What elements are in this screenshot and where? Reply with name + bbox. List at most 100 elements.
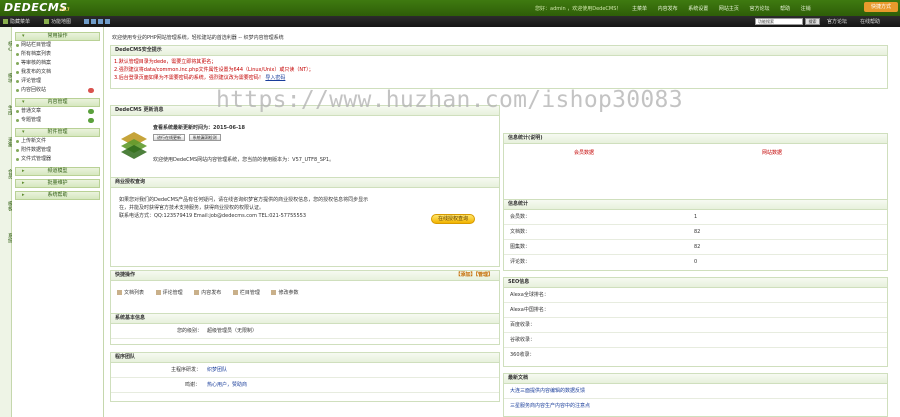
- quick-edit-links[interactable]: 【添加】【管理】: [455, 271, 493, 280]
- security-alert-panel: DedeCMS安全提示 1.默认管理目录为dede，需要立即将其更名； 2.强烈…: [110, 45, 888, 89]
- seo-row: 谷歌收录：: [504, 333, 887, 348]
- panel-title: 最新文档: [504, 374, 887, 384]
- nav-forum[interactable]: 官方论坛: [749, 6, 769, 12]
- panel-title: 快捷操作 【添加】【管理】: [111, 271, 499, 281]
- quick-shortcut-button[interactable]: 快捷方式: [864, 2, 898, 12]
- quick-categories[interactable]: 栏目管理: [233, 289, 260, 296]
- license-panel: 商业授权查询 如果您对我们的DedeCMS产品有任何疑问，请在线咨询织梦官方提供…: [110, 177, 500, 267]
- top-header: DEDECMS v5.7 您好：admin ，欢迎使用DedeCMS！ 主菜单 …: [0, 0, 900, 16]
- sidebar-item-attach-data[interactable]: 附件数据管理: [15, 146, 100, 155]
- sidebar-item-topic[interactable]: 专题管理: [15, 116, 100, 125]
- panel-title: DedeCMS安全提示: [111, 46, 887, 56]
- function-map-link[interactable]: 功能地图: [51, 18, 71, 25]
- layout-icon-2[interactable]: [91, 19, 96, 24]
- recycle-icon: [88, 88, 94, 93]
- watermark: https://www.huzhan.com/ishop30083: [216, 87, 683, 113]
- stats-panel: 信息统计 会员数： 1 文档数： 82 图集数： 82 评论数： 0: [503, 199, 888, 271]
- nav-main-menu[interactable]: 主菜单: [632, 6, 647, 12]
- alert-line-2: 2.强烈建议将data/common.inc.php文件属性设置为644（Lin…: [114, 67, 314, 73]
- online-help-link[interactable]: 在线帮助: [860, 18, 880, 25]
- license-line-2: 在，并能及时获得官方技术支持服务，获得商业授权的权限认证。: [119, 205, 265, 211]
- nav-logout[interactable]: 注销: [801, 6, 811, 12]
- sidebar-group-batch[interactable]: ▸ 批量维护: [15, 179, 100, 188]
- seo-panel: SEO信息 Alexa全球排名： Alexa中国排名： 百度收录： 谷歌收录： …: [503, 277, 888, 367]
- layout-icon-3[interactable]: [98, 19, 103, 24]
- level-label: 您的级别：: [177, 328, 203, 334]
- seo-row: 360收录：: [510, 352, 535, 358]
- info-stats-desc-panel: 信息统计(说明) 会员数据 网站数据: [503, 133, 888, 203]
- add-icon[interactable]: [88, 109, 94, 114]
- member-data-col: 会员数据: [574, 150, 595, 156]
- quick-comments[interactable]: 评论管理: [156, 289, 183, 296]
- seo-row: Alexa中国排名：: [504, 303, 887, 318]
- seo-row: Alexa全球排名：: [504, 288, 887, 303]
- toolbar: 隐藏菜单 功能地图 功能搜索 搜索 官方论坛 在线帮助: [0, 16, 900, 27]
- team-row: 鸣谢： 热心用户，赞助商: [111, 378, 499, 393]
- add-icon[interactable]: [88, 118, 94, 123]
- thanks-link[interactable]: 热心用户，赞助商: [207, 378, 247, 393]
- sidebar-item-file-manager[interactable]: 文件式管理器: [15, 155, 100, 164]
- function-map-icon: [44, 19, 49, 24]
- latest-update-time: 查看系统最新更新时间为：2015-06-18: [153, 125, 245, 131]
- alert-line-1: 1.默认管理目录为dede，需要立即将其更名；: [114, 59, 217, 65]
- news-item: 三星服务商内容生产内容中的注意点: [510, 403, 591, 409]
- sidebar-group-common[interactable]: ▾ 常用操作: [15, 32, 100, 41]
- nav-settings[interactable]: 系统设置: [688, 6, 708, 12]
- sidebar-item-upload[interactable]: 上传新文件: [15, 137, 100, 146]
- panel-title: 信息统计(说明): [504, 134, 887, 144]
- license-line-1: 如果您对我们的DedeCMS产品有任何疑问，请在线咨询织梦官方提供的商业授权信息…: [119, 197, 369, 203]
- sidebar-item-comments[interactable]: 评论管理: [15, 77, 100, 86]
- quick-doc-list[interactable]: 文档列表: [117, 289, 144, 296]
- expand-icon: ▸: [22, 168, 25, 174]
- sidebar-group-channel[interactable]: ▸ 频道模型: [15, 167, 100, 176]
- vuln-check-button[interactable]: 系统漏洞检测: [188, 134, 221, 141]
- forum-link[interactable]: 官方论坛: [827, 18, 847, 25]
- expand-icon: ▸: [22, 180, 25, 186]
- latest-docs-panel: 最新文档 大连三面提供内容编辑的数据反馈 三星服务商内容生产内容中的注意点: [503, 373, 888, 417]
- team-link[interactable]: 织梦团队: [207, 363, 227, 378]
- sidebar: ▾ 常用操作 网站栏目管理 所有档案列表 等审核的档案 我发布的文档 评论管理 内…: [12, 27, 104, 417]
- quick-publish[interactable]: 内容发布: [194, 289, 221, 296]
- sidebar-item-pending-docs[interactable]: 等审核的档案: [15, 59, 100, 68]
- sidebar-item-article[interactable]: 普通文章: [15, 107, 100, 116]
- hide-menu-link[interactable]: 隐藏菜单: [10, 18, 30, 25]
- sidebar-item-category[interactable]: 网站栏目管理: [15, 41, 100, 50]
- hide-menu-icon: [3, 19, 8, 24]
- version-desc: 欢迎使用DedeCMS网站内容管理系统，您当前的使用版本为：V57_UTF8_S…: [153, 157, 335, 163]
- panel-title: SEO信息: [504, 278, 887, 288]
- nav-help[interactable]: 帮助: [780, 6, 790, 12]
- layers-icon: [121, 132, 147, 159]
- news-item: 大连三面提供内容编辑的数据反馈: [504, 384, 887, 399]
- search-button[interactable]: 搜索: [805, 18, 820, 25]
- sys-info-panel: 系统基本信息 您的级别： 超级管理员（无限制）: [110, 313, 500, 345]
- sidebar-group-content[interactable]: ▾ 内容管理: [15, 98, 100, 107]
- sidebar-item-all-docs[interactable]: 所有档案列表: [15, 50, 100, 59]
- sidebar-group-help[interactable]: ▸ 系统帮助: [15, 191, 100, 200]
- stat-row: 图集数： 82: [504, 240, 887, 255]
- expand-icon: ▸: [22, 192, 25, 198]
- panel-title: 信息统计: [504, 200, 887, 210]
- online-update-button[interactable]: 进行在线更新: [153, 134, 185, 141]
- panel-title: 商业授权查询: [111, 178, 499, 188]
- sidebar-item-recycle[interactable]: 内容回收站: [15, 86, 100, 95]
- panel-title: 系统基本信息: [111, 314, 499, 324]
- collapse-icon: ▾: [22, 99, 25, 105]
- layout-icon-1[interactable]: [84, 19, 89, 24]
- collapse-icon: ▾: [22, 129, 25, 135]
- alert-link[interactable]: 导入密码: [265, 75, 285, 81]
- seo-row: 百度收录：: [504, 318, 887, 333]
- sidebar-group-attachment[interactable]: ▾ 附件管理: [15, 128, 100, 137]
- function-search-input[interactable]: 功能搜索: [755, 18, 803, 25]
- app-logo[interactable]: DEDECMS: [4, 1, 68, 14]
- main-content: 欢迎使用专业的PHP网站管理系统，轻松建站的首选利器 -- 织梦内容管理系统 D…: [107, 27, 900, 417]
- sys-info-row: 您的级别： 超级管理员（无限制）: [111, 324, 499, 339]
- quick-settings[interactable]: 修改参数: [271, 289, 298, 296]
- nav-homepage[interactable]: 网站主页: [719, 6, 739, 12]
- license-query-button[interactable]: 在线授权查询: [431, 214, 475, 224]
- team-row: 主程序研发： 织梦团队: [111, 363, 499, 378]
- layout-icon-4[interactable]: [105, 19, 110, 24]
- stat-row: 文档数： 82: [504, 225, 887, 240]
- sidebar-item-my-docs[interactable]: 我发布的文档: [15, 68, 100, 77]
- quick-links: 文档列表 评论管理 内容发布 栏目管理 修改参数: [111, 281, 499, 296]
- nav-publish[interactable]: 内容发布: [658, 6, 678, 12]
